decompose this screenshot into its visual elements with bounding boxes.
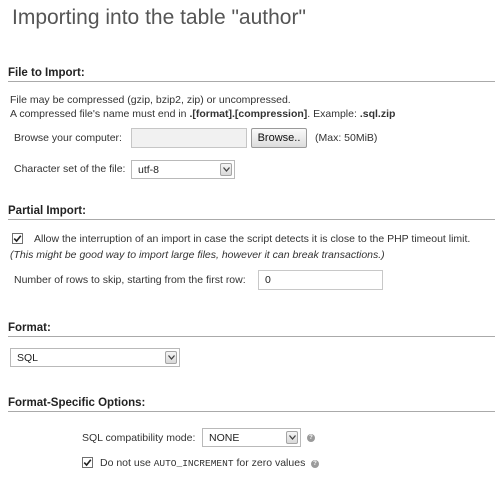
browse-button[interactable]: Browse..: [251, 128, 307, 148]
charset-select[interactable]: utf-8: [131, 160, 235, 179]
auto-increment-prefix: Do not use: [100, 457, 154, 469]
file-path-field[interactable]: [131, 128, 247, 148]
chevron-down-icon: [165, 351, 177, 364]
format-heading: Format:: [8, 322, 51, 334]
compression-example-value: .sql.zip: [359, 108, 396, 120]
auto-increment-suffix: for zero values: [233, 457, 306, 469]
file-to-import-divider: [8, 81, 495, 82]
partial-import-divider: [8, 219, 495, 220]
partial-import-hint: (This might be good way to import large …: [10, 249, 385, 261]
allow-interrupt-checkbox[interactable]: [12, 233, 23, 244]
allow-interrupt-label: Allow the interruption of an import in c…: [34, 233, 471, 245]
file-to-import-heading: File to Import:: [8, 67, 85, 79]
compression-example-label: . Example:: [307, 108, 360, 120]
skip-rows-label: Number of rows to skip, starting from th…: [14, 274, 246, 286]
compat-mode-select[interactable]: NONE: [202, 428, 301, 447]
checkmark-icon: [83, 459, 92, 467]
page-title: Importing into the table "author": [12, 6, 306, 29]
chevron-down-icon: [220, 163, 232, 176]
auto-increment-label: Do not use AUTO_INCREMENT for zero value…: [100, 457, 305, 469]
compat-mode-select-value: NONE: [209, 431, 240, 444]
compression-note: File may be compressed (gzip, bzip2, zip…: [10, 94, 291, 106]
compression-example-prefix: A compressed file's name must end in: [10, 108, 190, 120]
auto-increment-checkbox[interactable]: [82, 457, 93, 468]
compression-example-note: A compressed file's name must end in .[f…: [10, 108, 395, 120]
auto-increment-code: AUTO_INCREMENT: [153, 458, 234, 469]
help-icon[interactable]: ?: [307, 434, 315, 442]
compression-format-text: .[format].[compression]: [189, 108, 308, 120]
format-select[interactable]: SQL: [10, 348, 180, 367]
format-select-value: SQL: [17, 351, 39, 364]
format-specific-divider: [8, 411, 495, 412]
checkmark-icon: [13, 235, 22, 243]
browse-label: Browse your computer:: [14, 132, 122, 144]
charset-label: Character set of the file:: [14, 163, 126, 175]
charset-select-value: utf-8: [138, 163, 160, 176]
chevron-down-icon: [286, 431, 298, 444]
compat-mode-label: SQL compatibility mode:: [82, 432, 196, 444]
format-specific-heading: Format-Specific Options:: [8, 397, 146, 409]
format-divider: [8, 336, 495, 337]
max-size-text: (Max: 50MiB): [315, 132, 378, 144]
help-icon[interactable]: ?: [311, 460, 319, 468]
partial-import-heading: Partial Import:: [8, 205, 86, 217]
skip-rows-input[interactable]: 0: [258, 270, 383, 290]
